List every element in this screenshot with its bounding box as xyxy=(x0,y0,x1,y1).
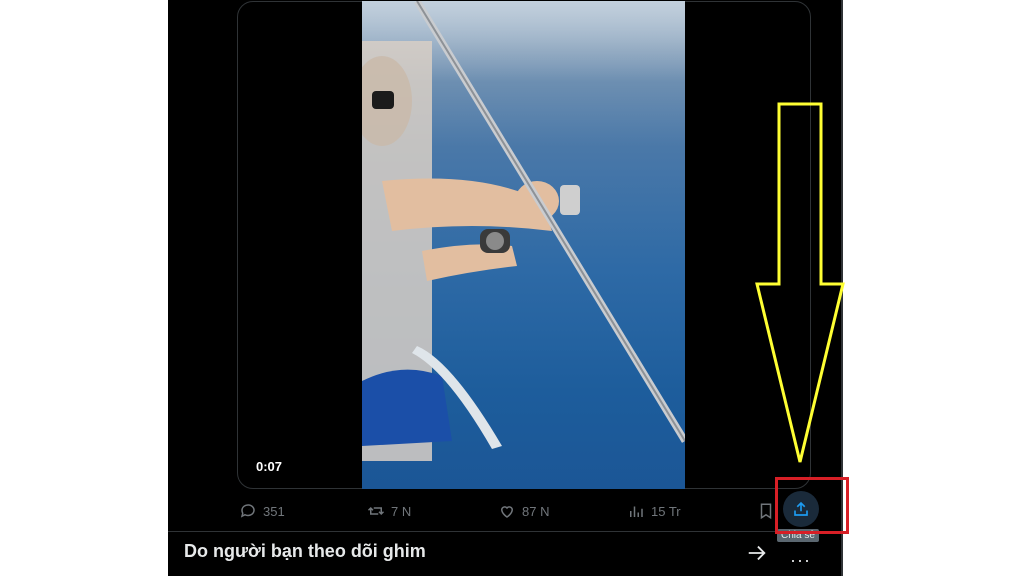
views-count: 15 Tr xyxy=(651,503,681,519)
repost-count: 7 N xyxy=(391,503,412,519)
views-chart-icon xyxy=(630,506,643,517)
like-button[interactable]: 87 N xyxy=(498,496,549,526)
video-timestamp: 0:07 xyxy=(256,459,283,474)
like-count: 87 N xyxy=(522,503,550,519)
highlight-box xyxy=(775,477,849,534)
arrow-right-icon[interactable] xyxy=(746,542,768,564)
action-bar: 351 7 N 87 N 15 Tr xyxy=(237,496,837,526)
heart-icon xyxy=(500,506,514,518)
reply-count: 351 xyxy=(263,503,285,519)
reply-button[interactable]: 351 xyxy=(239,496,285,526)
pinned-divider xyxy=(168,531,842,532)
repost-icon xyxy=(367,506,385,516)
more-dots-icon[interactable]: ··· xyxy=(790,550,811,571)
repost-button[interactable]: 7 N xyxy=(367,496,411,526)
video-player[interactable] xyxy=(362,1,685,489)
video-scene xyxy=(362,1,685,461)
views-button[interactable]: 15 Tr xyxy=(627,496,681,526)
reply-icon xyxy=(240,504,255,518)
pinned-section-title: Do người bạn theo dõi ghim xyxy=(184,541,426,561)
bookmark-icon xyxy=(760,503,772,520)
